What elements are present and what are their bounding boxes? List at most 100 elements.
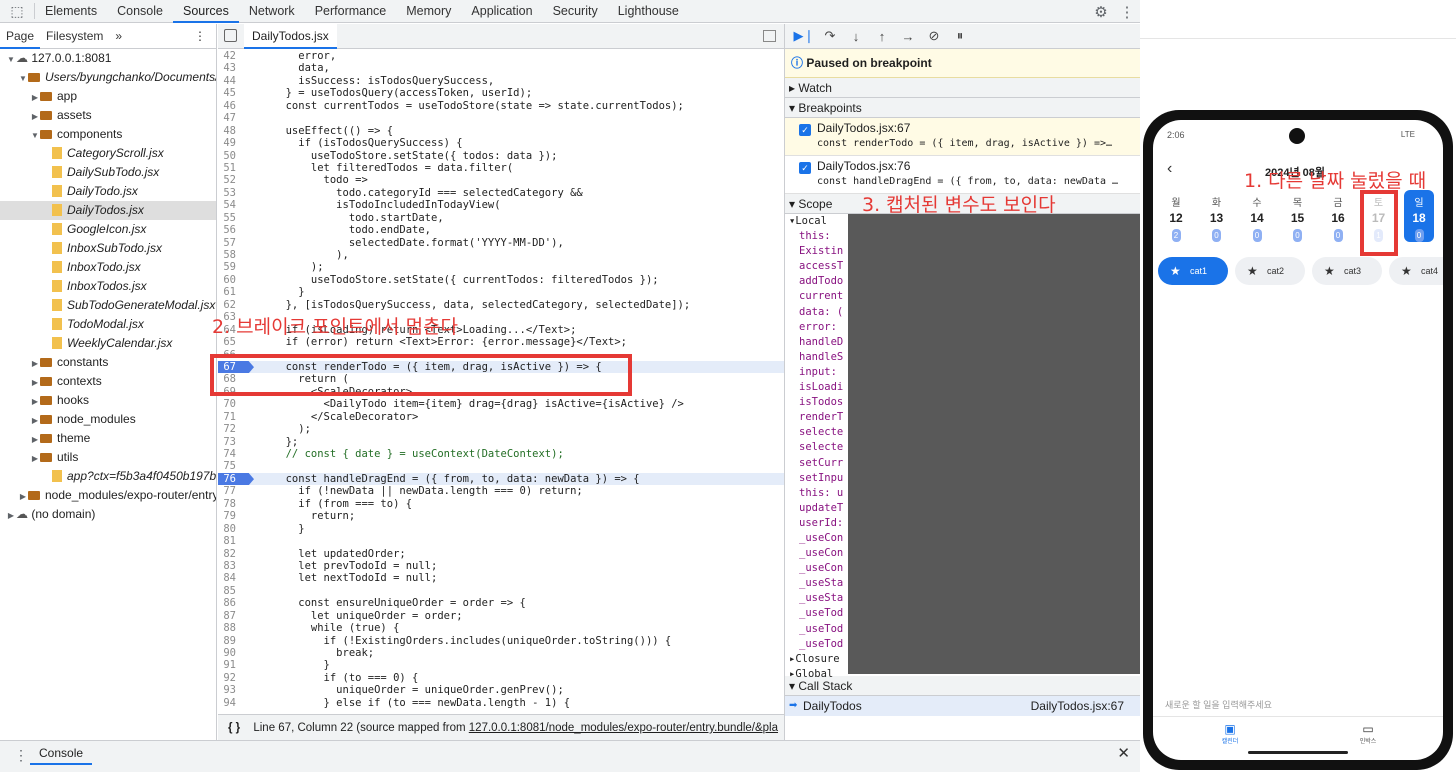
code-line[interactable]: 76 const handleDragEnd = ({ from, to, da… <box>218 472 784 486</box>
line-number[interactable]: 93 <box>218 684 254 696</box>
close-icon[interactable]: ✕ <box>1117 744 1130 762</box>
line-number[interactable]: 85 <box>218 585 254 597</box>
calendar-day[interactable]: 수 14 0 <box>1242 194 1272 242</box>
tab-network[interactable]: Network <box>239 0 305 23</box>
code-line[interactable]: 45 } = useTodosQuery(accessToken, userId… <box>218 87 784 99</box>
breakpoint-item[interactable]: ✓ DailyTodos.jsx:67 const renderTodo = (… <box>785 118 1140 156</box>
checkbox-icon[interactable]: ✓ <box>799 162 811 174</box>
calendar-day[interactable]: 월 12 2 <box>1161 194 1191 242</box>
line-number[interactable]: 76 <box>218 472 254 486</box>
code-line[interactable]: 56 todo.endDate, <box>218 224 784 236</box>
tree-item[interactable]: DailyTodos.jsx <box>0 201 216 220</box>
code-line[interactable]: 84 let nextTodoId = null; <box>218 572 784 584</box>
step-icon[interactable]: → <box>895 29 921 44</box>
code-line[interactable]: 61 } <box>218 286 784 298</box>
gear-icon[interactable]: ⚙ <box>1088 3 1114 21</box>
checkbox-icon[interactable]: ✓ <box>799 124 811 136</box>
line-number[interactable]: 47 <box>218 112 254 124</box>
drawer-menu-icon[interactable]: ⋮ <box>14 747 28 764</box>
code-line[interactable]: 70 <DailyTodo item={item} drag={drag} is… <box>218 398 784 410</box>
code-line[interactable]: 73 }; <box>218 436 784 448</box>
code-line[interactable]: 72 ); <box>218 423 784 435</box>
line-number[interactable]: 45 <box>218 87 254 99</box>
code-line[interactable]: 92 if (to === 0) { <box>218 672 784 684</box>
line-number[interactable]: 82 <box>218 548 254 560</box>
line-number[interactable]: 92 <box>218 672 254 684</box>
code-line[interactable]: 80 } <box>218 523 784 535</box>
source-map-link[interactable]: 127.0.0.1:8081/node_modules/expo-router/… <box>469 722 778 734</box>
more-options-icon[interactable]: ⋮ <box>1114 3 1140 21</box>
line-number[interactable]: 81 <box>218 535 254 547</box>
tab-application[interactable]: Application <box>461 0 542 23</box>
line-number[interactable]: 90 <box>218 647 254 659</box>
code-line[interactable]: 42 error, <box>218 50 784 62</box>
line-number[interactable]: 50 <box>218 150 254 162</box>
tree-item[interactable]: ▶ ☁ (no domain) <box>0 505 216 524</box>
tree-item[interactable]: DailyTodo.jsx <box>0 182 216 201</box>
line-number[interactable]: 94 <box>218 697 254 709</box>
tree-item[interactable]: CategoryScroll.jsx <box>0 144 216 163</box>
breakpoint-item[interactable]: ✓ DailyTodos.jsx:76 const handleDragEnd … <box>785 156 1140 194</box>
code-line[interactable]: 59 ); <box>218 261 784 273</box>
code-line[interactable]: 81 <box>218 535 784 547</box>
tree-item[interactable]: ▶ node_modules/expo-router/entry <box>0 486 216 505</box>
code-line[interactable]: 87 let uniqueOrder = order; <box>218 610 784 622</box>
line-number[interactable]: 56 <box>218 224 254 236</box>
code-line[interactable]: 57 selectedDate.format('YYYY-MM-DD'), <box>218 237 784 249</box>
code-line[interactable]: 55 todo.startDate, <box>218 212 784 224</box>
line-number[interactable]: 43 <box>218 62 254 74</box>
tree-item[interactable]: InboxTodo.jsx <box>0 258 216 277</box>
code-line[interactable]: 88 while (true) { <box>218 622 784 634</box>
tree-item[interactable]: ▼ Users/byungchanko/Documents/ <box>0 68 216 87</box>
line-number[interactable]: 48 <box>218 125 254 137</box>
resume-icon[interactable]: ▶❘ <box>791 28 817 44</box>
code-line[interactable]: 93 uniqueOrder = uniqueOrder.genPrev(); <box>218 684 784 696</box>
line-number[interactable]: 79 <box>218 510 254 522</box>
tree-item[interactable]: InboxSubTodo.jsx <box>0 239 216 258</box>
tree-item[interactable]: InboxTodos.jsx <box>0 277 216 296</box>
tree-item[interactable]: ▶ theme <box>0 429 216 448</box>
watch-section-header[interactable]: ▸ Watch <box>785 78 1140 98</box>
tree-item[interactable]: ▶ constants <box>0 353 216 372</box>
line-number[interactable]: 46 <box>218 100 254 112</box>
line-number[interactable]: 74 <box>218 448 254 460</box>
line-number[interactable]: 75 <box>218 460 254 472</box>
tree-item[interactable]: ▶ app <box>0 87 216 106</box>
line-number[interactable]: 49 <box>218 137 254 149</box>
category-chip[interactable]: ★ cat3 <box>1312 257 1382 285</box>
line-number[interactable]: 88 <box>218 622 254 634</box>
callstack-frame[interactable]: ➡ DailyTodos DailyTodos.jsx:67 <box>785 696 1140 716</box>
tree-item[interactable]: WeeklyCalendar.jsx <box>0 334 216 353</box>
line-number[interactable]: 86 <box>218 597 254 609</box>
code-line[interactable]: 44 isSuccess: isTodosQuerySuccess, <box>218 75 784 87</box>
code-line[interactable]: 46 const currentTodos = useTodoStore(sta… <box>218 100 784 112</box>
deactivate-breakpoints-icon[interactable]: ⊘ <box>921 28 947 44</box>
code-line[interactable]: 51 let filteredTodos = data.filter( <box>218 162 784 174</box>
line-number[interactable]: 54 <box>218 199 254 211</box>
tab-console-drawer[interactable]: Console <box>30 741 93 765</box>
more-tabs-icon[interactable]: » <box>109 24 128 49</box>
category-chip[interactable]: ★ cat4 <box>1389 257 1443 285</box>
step-into-icon[interactable]: ↓ <box>843 29 869 44</box>
line-number[interactable]: 83 <box>218 560 254 572</box>
tree-item[interactable]: ▼ components <box>0 125 216 144</box>
tree-item[interactable]: ▶ contexts <box>0 372 216 391</box>
editor-tab-dailytodos[interactable]: DailyTodos.jsx <box>244 24 337 49</box>
navigator-menu-icon[interactable]: ⋮ <box>188 24 212 49</box>
tab-page[interactable]: Page <box>0 24 41 49</box>
breakpoints-section-header[interactable]: ▾ Breakpoints <box>785 98 1140 118</box>
tab-performance[interactable]: Performance <box>305 0 397 23</box>
code-line[interactable]: 50 useTodoStore.setState({ todos: data }… <box>218 150 784 162</box>
step-out-icon[interactable]: ↑ <box>869 29 895 44</box>
tab-lighthouse[interactable]: Lighthouse <box>608 0 689 23</box>
pause-on-exceptions-icon[interactable]: ⏸ <box>947 28 973 44</box>
inspect-element-icon[interactable]: ⬚ <box>0 0 34 23</box>
line-number[interactable]: 44 <box>218 75 254 87</box>
tab-security[interactable]: Security <box>543 0 608 23</box>
step-over-icon[interactable]: ↷ <box>817 28 843 44</box>
code-line[interactable]: 77 if (!newData || newData.length === 0)… <box>218 485 784 497</box>
line-number[interactable]: 72 <box>218 423 254 435</box>
line-number[interactable]: 77 <box>218 485 254 497</box>
code-line[interactable]: 43 data, <box>218 62 784 74</box>
calendar-day[interactable]: 화 13 0 <box>1202 194 1232 242</box>
